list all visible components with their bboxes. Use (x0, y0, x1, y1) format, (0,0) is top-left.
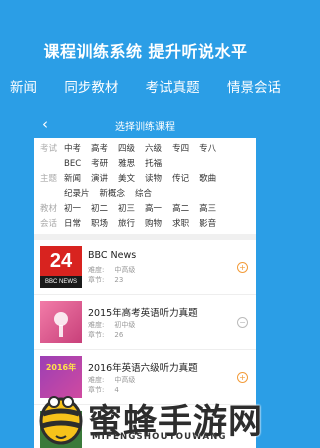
add-course-button[interactable]: + (237, 262, 248, 273)
list-item[interactable]: 24 BBC NEWS BBC News 难度: 中高级 章节: 23 + (34, 240, 256, 295)
course-title: 2016年英语六级听力真题 (88, 363, 198, 374)
filter-option[interactable]: 职场 (91, 217, 108, 232)
difficulty-value: 中高级 (114, 266, 136, 274)
filter-label: 教材 (40, 204, 58, 214)
chapters-value: 23 (114, 276, 124, 284)
filter-option[interactable]: 纪录片 (64, 187, 90, 202)
filter-option[interactable]: 高二 (172, 202, 189, 217)
filter-option[interactable]: 新闻 (64, 172, 81, 187)
list-item[interactable]: 2015年高考英语听力真题 难度: 初中级 章节: 26 − (34, 295, 256, 350)
difficulty-value: 中高级 (114, 376, 136, 384)
filter-option[interactable]: 初一 (64, 202, 81, 217)
chapters-label: 章节: (88, 276, 105, 284)
filter-option[interactable]: 高一 (145, 202, 162, 217)
hero-sub-dialogue: 情景会话 (226, 80, 281, 96)
filter-option[interactable]: 旅行 (118, 217, 135, 232)
course-difficulty: 难度: 中高级 (88, 265, 135, 275)
course-title: 2015年高考英语听力真题 (88, 308, 198, 319)
filter-option[interactable]: 高三 (199, 202, 216, 217)
filter-option[interactable]: BEC (64, 157, 81, 172)
chapters-value: 4 (114, 386, 119, 394)
difficulty-value: 初中级 (114, 321, 136, 329)
filter-option[interactable]: 初二 (91, 202, 108, 217)
microphone-icon (54, 312, 68, 337)
filter-option[interactable]: 雅思 (118, 157, 135, 172)
filter-option[interactable]: 新概念 (100, 187, 126, 202)
filter-label: 主题 (40, 174, 58, 184)
filter-option[interactable]: 影音 (199, 217, 216, 232)
filter-row-textbook: 教材 初一 初二 初三 高一 高二 高三 (40, 202, 250, 217)
hero-sub-exam: 考试真题 (145, 80, 200, 96)
filter-option[interactable]: 美文 (118, 172, 135, 187)
chapters-value: 26 (114, 331, 124, 339)
filter-option[interactable]: 专八 (199, 142, 216, 157)
filter-label: 会话 (40, 219, 58, 229)
filter-option[interactable]: 初三 (118, 202, 135, 217)
difficulty-label: 难度: (88, 376, 105, 384)
thumb-caption: BBC NEWS (44, 279, 77, 285)
bee-logo-icon (39, 396, 83, 445)
hero-title: 课程训练系统 提升听说水平 (43, 42, 248, 61)
nav-title: 选择训练课程 (115, 122, 175, 133)
filter-option[interactable]: 日常 (64, 217, 81, 232)
filter-option[interactable]: 求职 (172, 217, 189, 232)
filter-panel: 考试 中考 高考 四级 六级 专四 专八 BEC 考研 雅思 托福 主题 新闻 … (34, 138, 256, 234)
filter-option[interactable]: 中考 (64, 142, 81, 157)
course-chapters: 章节: 26 (88, 330, 123, 340)
filter-option[interactable]: 购物 (145, 217, 162, 232)
filter-option[interactable]: 传记 (172, 172, 189, 187)
filter-option[interactable]: 演讲 (91, 172, 108, 187)
difficulty-label: 难度: (88, 321, 105, 329)
course-difficulty: 难度: 中高级 (88, 375, 135, 385)
filter-option[interactable]: 综合 (135, 187, 152, 202)
hero-sub-news: 新闻 (10, 80, 37, 96)
chapters-label: 章节: (88, 386, 105, 394)
filter-option[interactable]: 四级 (118, 142, 135, 157)
filter-option[interactable]: 考研 (91, 157, 108, 172)
nav-bar: ‹ 选择训练课程 (34, 112, 256, 138)
filter-option[interactable]: 歌曲 (199, 172, 216, 187)
filter-label: 考试 (40, 144, 58, 154)
course-thumbnail: 24 BBC NEWS (40, 246, 82, 288)
difficulty-label: 难度: (88, 266, 105, 274)
hero-banner: 课程训练系统 提升听说水平 新闻 同步教材 考试真题 情景会话 (0, 0, 291, 112)
filter-row-dialogue: 会话 日常 职场 旅行 购物 求职 影音 (40, 217, 250, 232)
filter-option[interactable]: 托福 (145, 157, 162, 172)
hero-sub-textbook: 同步教材 (64, 80, 119, 96)
thumb-year: 2016年 (45, 363, 77, 372)
add-course-button[interactable]: + (237, 372, 248, 383)
thumb-number: 24 (40, 246, 82, 276)
filter-option[interactable]: 六级 (145, 142, 162, 157)
course-title: BBC News (88, 250, 137, 261)
watermark-sub: MIFENGSHOUYOUWANG (92, 432, 227, 442)
course-thumbnail (40, 301, 82, 343)
course-chapters: 章节: 23 (88, 275, 123, 285)
filter-row-topic: 主题 新闻 演讲 美文 读物 传记 歌曲 纪录片 新概念 综合 (40, 172, 250, 202)
filter-option[interactable]: 高考 (91, 142, 108, 157)
course-difficulty: 难度: 初中级 (88, 320, 135, 330)
hero-subtitle: 新闻 同步教材 考试真题 情景会话 (10, 76, 281, 96)
filter-option[interactable]: 读物 (145, 172, 162, 187)
filter-row-exam: 考试 中考 高考 四级 六级 专四 专八 BEC 考研 雅思 托福 (40, 142, 250, 172)
filter-option[interactable]: 专四 (172, 142, 189, 157)
chapters-label: 章节: (88, 331, 105, 339)
remove-course-button[interactable]: − (237, 317, 248, 328)
